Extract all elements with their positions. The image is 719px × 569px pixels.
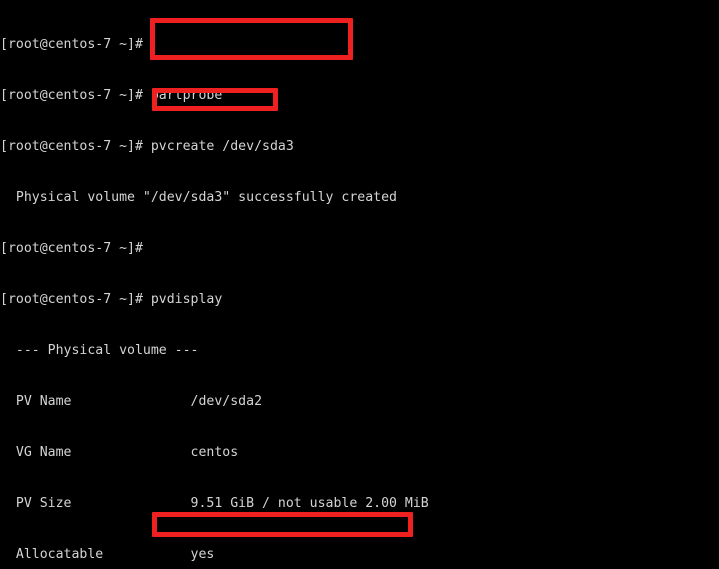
terminal-line: [root@centos-7 ~]# partprobe (0, 88, 223, 103)
terminal-line: Physical volume "/dev/sda3" successfully… (0, 190, 397, 205)
terminal-line: VG Name centos (0, 445, 239, 460)
terminal-line: PV Size 9.51 GiB / not usable 2.00 MiB (0, 496, 429, 511)
terminal-screen[interactable]: [root@centos-7 ~]# [root@centos-7 ~]# pa… (0, 0, 719, 569)
terminal-line: [root@centos-7 ~]# pvcreate /dev/sda3 (0, 139, 294, 154)
terminal-window[interactable]: [root@centos-7 ~]# [root@centos-7 ~]# pa… (0, 0, 719, 569)
terminal-line: [root@centos-7 ~]# pvdisplay (0, 292, 223, 307)
terminal-line: Allocatable yes (0, 547, 215, 562)
terminal-line: --- Physical volume --- (0, 343, 199, 358)
terminal-line: [root@centos-7 ~]# (0, 241, 143, 256)
terminal-line: [root@centos-7 ~]# (0, 37, 143, 52)
terminal-line: PV Name /dev/sda2 (0, 394, 263, 409)
